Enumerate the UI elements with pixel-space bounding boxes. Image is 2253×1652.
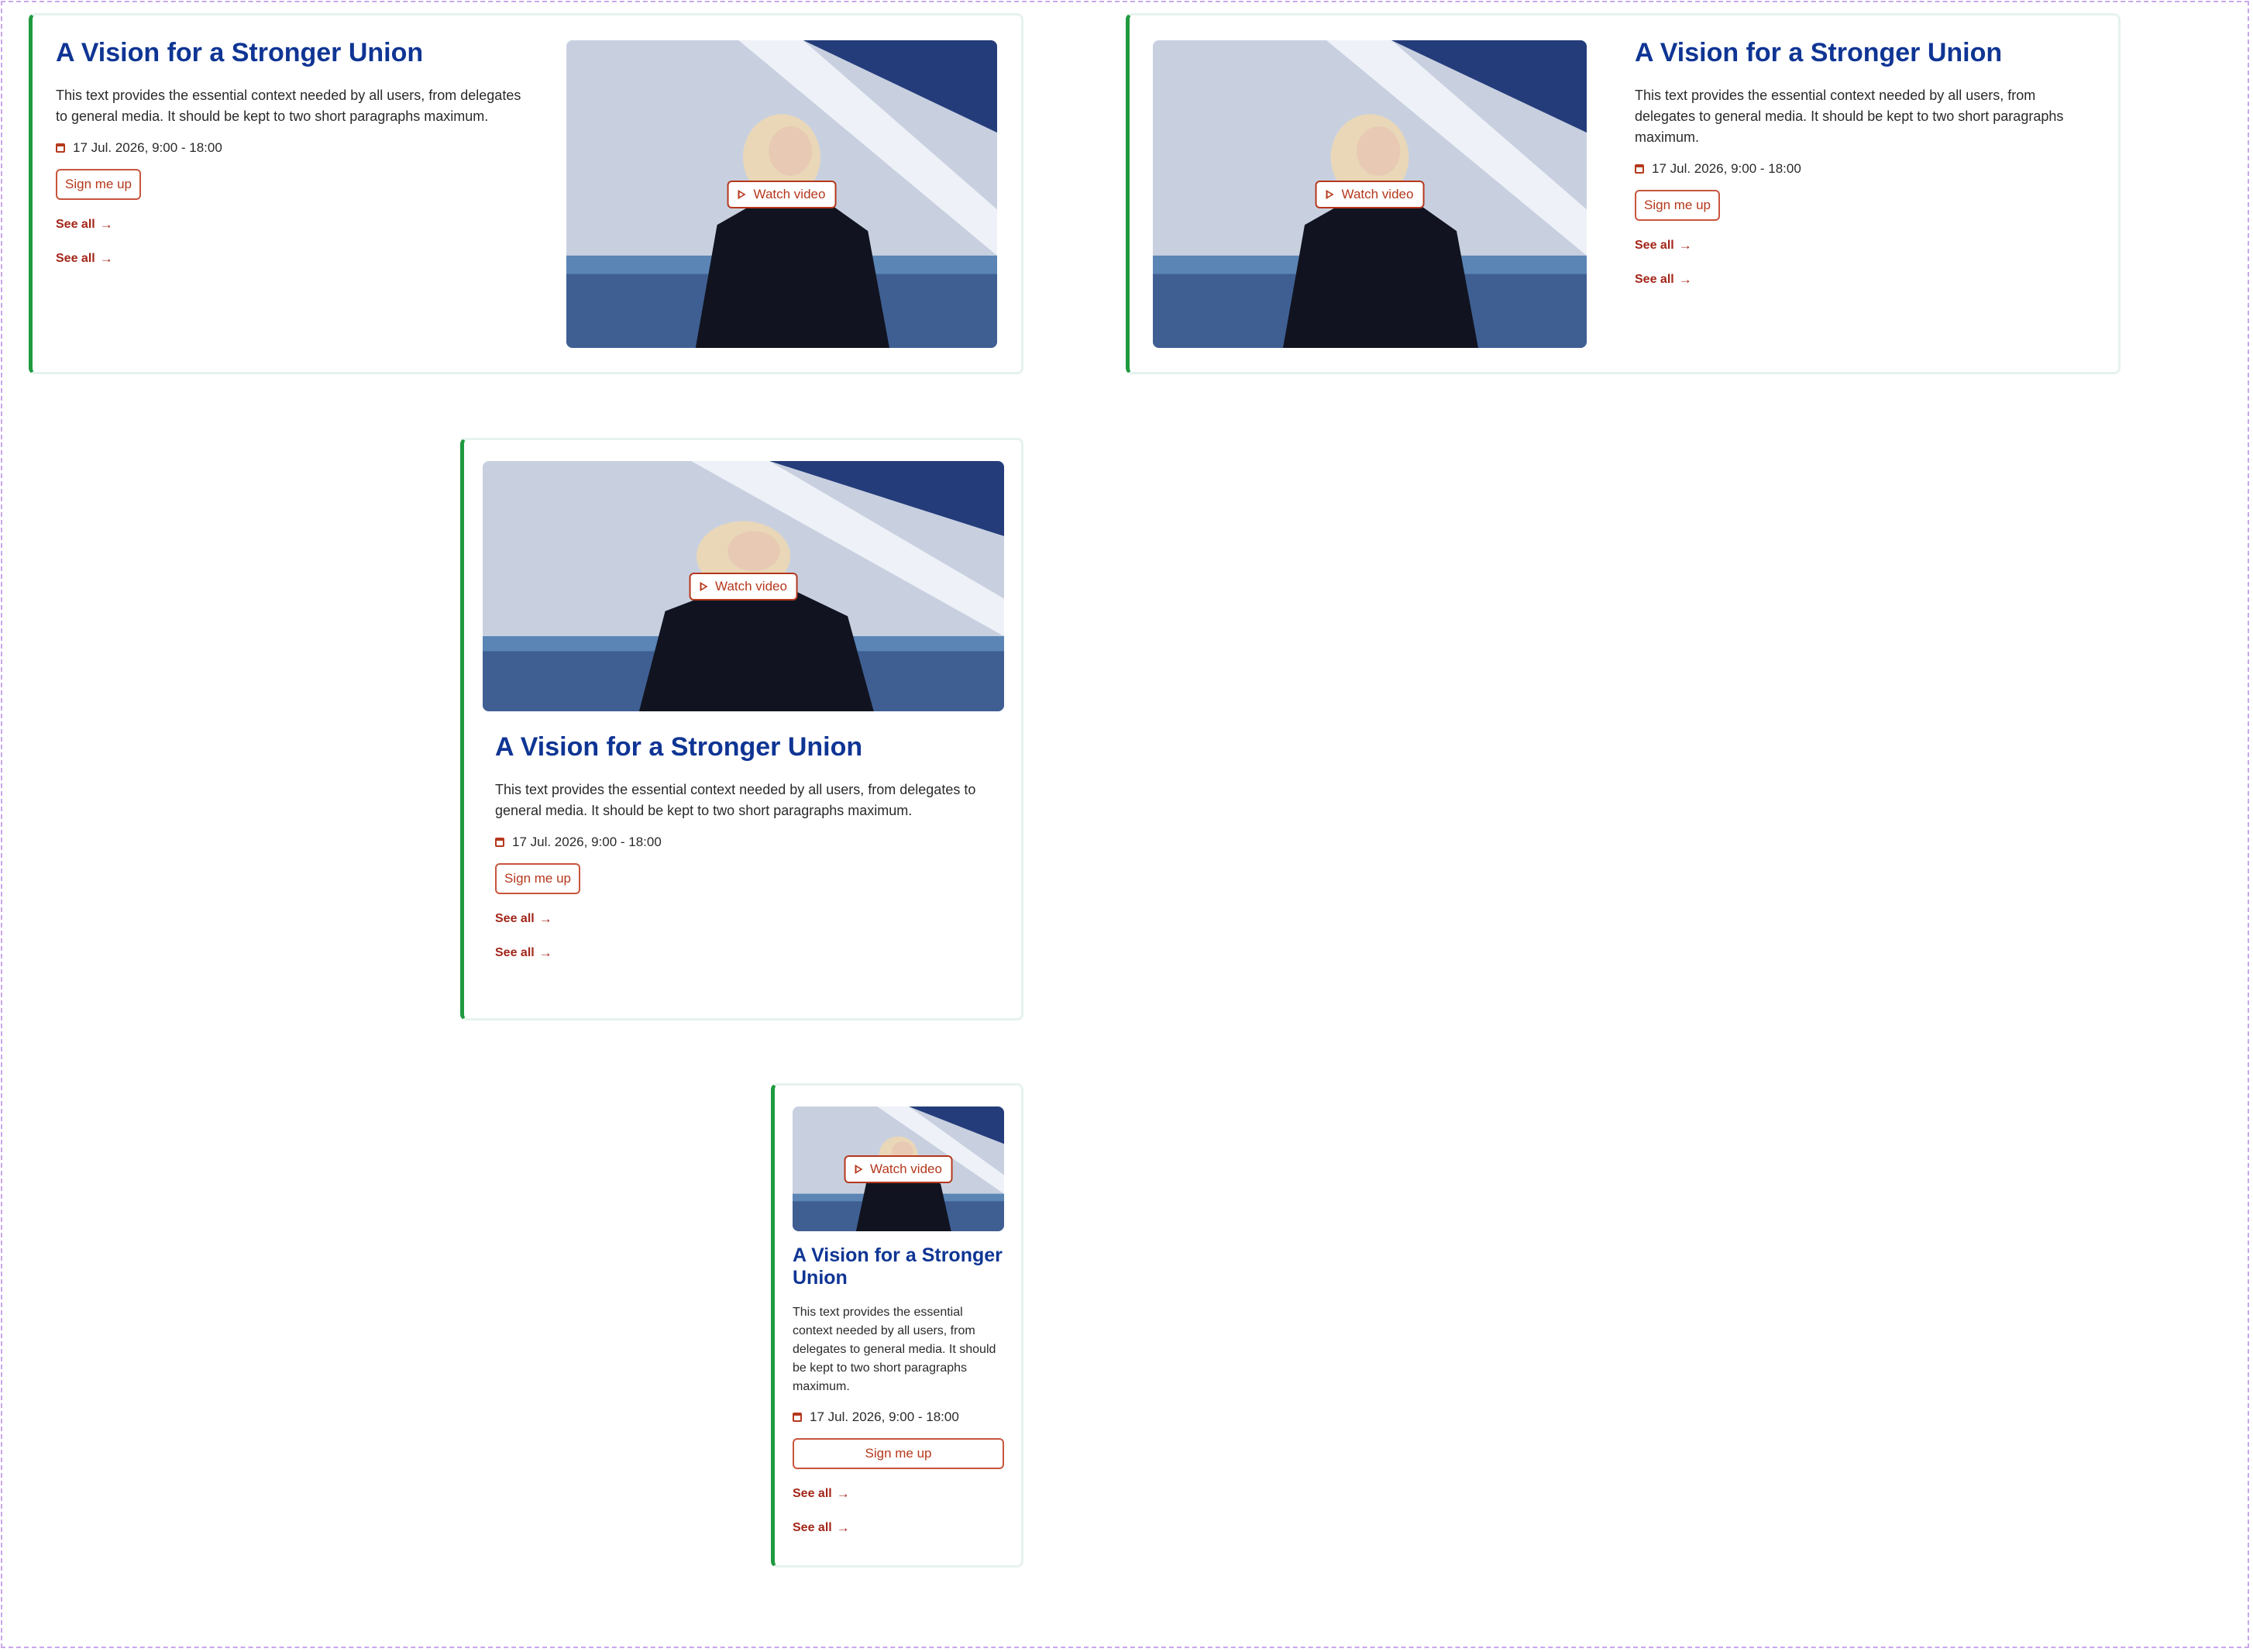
watch-video-label: Watch video (870, 1161, 942, 1176)
video-thumbnail[interactable]: Watch video (566, 40, 997, 348)
event-date-text: 17 Jul. 2026, 9:00 - 18:00 (810, 1409, 959, 1424)
watch-video-button[interactable]: Watch video (844, 1155, 953, 1183)
calendar-icon (56, 143, 65, 153)
sign-me-up-button[interactable]: Sign me up (56, 169, 141, 200)
see-all-link[interactable]: See all → (495, 911, 991, 927)
event-card: Watch video A Vision for a Stronger Unio… (771, 1083, 1023, 1568)
calendar-icon (495, 838, 504, 847)
video-thumbnail[interactable]: Watch video (1153, 40, 1587, 348)
arrow-right-icon: → (1678, 272, 1692, 287)
watch-video-label: Watch video (1341, 186, 1414, 201)
sign-me-up-button[interactable]: Sign me up (793, 1438, 1004, 1469)
watch-video-button[interactable]: Watch video (727, 180, 837, 208)
video-thumbnail[interactable]: Watch video (483, 461, 1004, 711)
see-all-link[interactable]: See all → (56, 217, 536, 232)
card-description: This text provides the essential context… (56, 88, 521, 124)
arrow-right-icon: → (836, 1520, 850, 1535)
see-all-link[interactable]: See all → (495, 945, 991, 961)
arrow-right-icon: → (538, 945, 552, 960)
arrow-right-icon: → (1678, 238, 1692, 253)
card-title: A Vision for a Stronger Union (793, 1244, 1003, 1289)
see-all-link[interactable]: See all → (1635, 238, 2100, 253)
see-all-label: See all (793, 1487, 832, 1500)
calendar-icon (1635, 164, 1644, 174)
event-date: 17 Jul. 2026, 9:00 - 18:00 (56, 139, 536, 157)
event-date-text: 17 Jul. 2026, 9:00 - 18:00 (1652, 161, 1801, 176)
watch-video-button[interactable]: Watch video (1315, 180, 1425, 208)
arrow-right-icon: → (538, 911, 552, 926)
event-date-text: 17 Jul. 2026, 9:00 - 18:00 (73, 140, 222, 155)
see-all-label: See all (1635, 273, 1674, 286)
watch-video-label: Watch video (715, 578, 787, 594)
see-all-label: See all (56, 252, 95, 265)
see-all-label: See all (793, 1521, 832, 1534)
see-all-label: See all (495, 946, 535, 959)
play-icon (855, 1164, 863, 1174)
calendar-icon (793, 1413, 802, 1422)
see-all-link[interactable]: See all → (793, 1520, 1004, 1536)
card-title: A Vision for a Stronger Union (495, 732, 863, 762)
see-all-label: See all (56, 218, 95, 231)
sign-me-up-button[interactable]: Sign me up (1635, 190, 1720, 221)
sign-me-up-button[interactable]: Sign me up (495, 863, 580, 894)
arrow-right-icon: → (836, 1486, 850, 1501)
see-all-label: See all (495, 912, 535, 925)
watch-video-label: Watch video (753, 186, 826, 201)
event-date: 17 Jul. 2026, 9:00 - 18:00 (793, 1409, 1004, 1426)
play-icon (1326, 189, 1334, 199)
card-description: This text provides the essential context… (1635, 88, 2064, 145)
see-all-link[interactable]: See all → (56, 251, 536, 267)
play-icon (700, 581, 708, 591)
card-description: This text provides the essential context… (793, 1306, 996, 1393)
watch-video-button[interactable]: Watch video (689, 572, 798, 601)
card-title: A Vision for a Stronger Union (56, 38, 424, 67)
arrow-right-icon: → (99, 217, 113, 232)
arrow-right-icon: → (99, 251, 113, 266)
card-description: This text provides the essential context… (495, 782, 976, 818)
event-date: 17 Jul. 2026, 9:00 - 18:00 (495, 834, 991, 851)
card-title: A Vision for a Stronger Union (1635, 38, 2003, 67)
video-thumbnail[interactable]: Watch video (793, 1106, 1004, 1231)
event-card: A Vision for a Stronger Union This text … (29, 13, 1023, 374)
event-card: Watch video A Vision for a Stronger Unio… (1126, 13, 2121, 374)
see-all-label: See all (1635, 239, 1674, 252)
see-all-link[interactable]: See all → (1635, 272, 2100, 287)
event-date: 17 Jul. 2026, 9:00 - 18:00 (1635, 160, 2100, 177)
see-all-link[interactable]: See all → (793, 1486, 1004, 1502)
event-card: Watch video A Vision for a Stronger Unio… (460, 438, 1023, 1020)
event-date-text: 17 Jul. 2026, 9:00 - 18:00 (512, 835, 662, 849)
play-icon (738, 189, 746, 199)
